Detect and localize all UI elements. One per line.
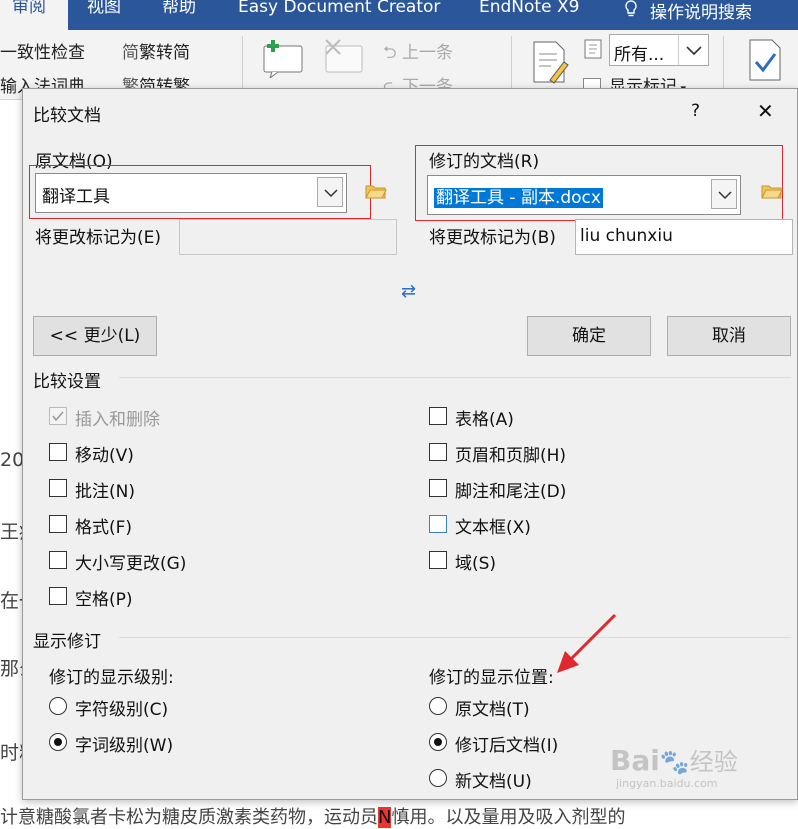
new-comment-icon[interactable] [262,38,306,80]
tab-review[interactable]: 审阅 [0,0,68,30]
folder-open-icon[interactable] [761,183,783,199]
character-level-radio[interactable] [49,697,67,715]
watermark-brand: Bai [610,744,660,777]
ribbon-separator [511,36,512,96]
fields-checkbox[interactable] [429,551,447,569]
compare-documents-dialog: 比较文档 ? ✕ 原文档(O) 翻译工具 修订的文档(R) 翻译工具 - 副本.… [22,88,798,800]
ribbon-tabbar: 审阅 视图 帮助 Easy Document Creator EndNote X… [0,0,798,30]
doc-fragment: 计意糖酸氯者卡松为糖皮质激素类药物，运动员N慎用。以及量用及吸入剂型的 [0,803,625,829]
fields-label: 域(S) [455,554,497,574]
tab-view[interactable]: 视图 [87,0,121,30]
to-simplified-button[interactable]: 简繁转简 [122,38,190,63]
insertions-deletions-checkbox[interactable] [49,407,67,425]
delete-comment-icon[interactable] [322,38,366,78]
word-level-radio[interactable] [49,733,67,751]
white-space-checkbox[interactable] [49,587,67,605]
ok-button[interactable]: 确定 [527,316,651,356]
insertions-deletions-label: 插入和删除 [75,410,160,430]
show-changes-header: 显示修订 [33,632,101,652]
simplified-icon: 简 [122,43,139,63]
tables-label: 表格(A) [455,410,514,430]
label-changes-revised-input[interactable]: liu chunxiu [575,219,793,255]
revised-document-radio[interactable] [429,733,447,751]
tab-easy-document-creator[interactable]: Easy Document Creator [238,0,440,30]
original-document-radio-label: 原文档(T) [455,700,530,720]
label-changes-revised-label: 将更改标记为(B) [429,228,556,248]
white-space-label: 空格(P) [75,590,133,610]
previous-comment-icon: ⮌ [383,43,403,63]
radio-selected-dot [54,738,62,746]
doc-fragment: 20 [0,449,25,471]
footnotes-endnotes-label: 脚注和尾注(D) [455,482,567,502]
new-document-radio[interactable] [429,769,447,787]
swap-documents-icon[interactable]: ⇄ [401,281,416,302]
folder-open-icon[interactable] [365,183,387,199]
watermark-brand-cn: 经验 [689,748,738,776]
chevron-down-icon [678,35,708,65]
character-level-label: 字符级别(C) [75,700,169,720]
comparison-settings-header: 比较设置 [33,372,101,392]
group-divider [119,377,791,378]
headers-footers-checkbox[interactable] [429,443,447,461]
textboxes-label: 文本框(X) [455,518,531,538]
show-changes-in-label: 修订的显示位置: [429,668,554,688]
track-changes-icon[interactable] [528,38,572,84]
radio-selected-dot [434,738,442,746]
cancel-button[interactable]: 取消 [667,316,791,356]
consistency-check-button[interactable]: 一致性检查 [0,38,85,63]
markup-level-value: 所有... [614,45,665,65]
accept-change-icon[interactable] [748,38,782,82]
to-simplified-label: 繁转简 [139,43,190,63]
tab-endnote[interactable]: EndNote X9 [479,0,579,30]
moves-checkbox[interactable] [49,443,67,461]
markup-level-dropdown[interactable]: 所有... [609,34,709,66]
dialog-title: 比较文档 [33,106,101,126]
case-changes-label: 大小写更改(G) [75,554,187,574]
help-button[interactable]: ? [691,101,700,121]
moves-label: 移动(V) [75,446,134,466]
comments-checkbox[interactable] [49,479,67,497]
annotation-highlight-box [415,145,783,221]
ribbon-separator [723,36,724,96]
label-changes-original-input[interactable] [179,219,397,255]
label-changes-revised-value: liu chunxiu [580,226,673,246]
formatting-label: 格式(F) [75,518,133,538]
word-level-label: 字词级别(W) [75,736,174,756]
previous-comment-label: 上一条 [402,43,454,63]
label-changes-original-label: 将更改标记为(E) [35,228,162,248]
tell-me-search[interactable]: 操作说明搜索 [624,0,752,30]
group-divider [119,637,791,638]
annotation-arrow-icon [557,613,617,673]
previous-comment-button[interactable]: ⮌ 上一条 [383,38,453,69]
footnotes-endnotes-checkbox[interactable] [429,479,447,497]
markup-pane-icon[interactable] [583,38,605,60]
baidu-watermark: Bai🐾经验 jingyan.baidu.com [610,742,738,790]
ribbon-separator [242,36,243,96]
new-document-radio-label: 新文档(U) [455,772,532,792]
show-changes-at-label: 修订的显示级别: [49,668,174,688]
tell-me-label: 操作说明搜索 [650,3,752,23]
original-document-radio[interactable] [429,697,447,715]
tables-checkbox[interactable] [429,407,447,425]
headers-footers-label: 页眉和页脚(H) [455,446,567,466]
close-button[interactable]: ✕ [757,99,774,123]
textboxes-checkbox[interactable] [429,515,447,533]
formatting-checkbox[interactable] [49,515,67,533]
case-changes-checkbox[interactable] [49,551,67,569]
comments-label: 批注(N) [75,482,135,502]
paw-icon: 🐾 [659,748,690,776]
annotation-highlight-box [29,165,371,219]
lightbulb-icon [624,0,638,20]
tab-help[interactable]: 帮助 [162,0,196,30]
less-options-button[interactable]: << 更少(L) [33,316,157,356]
ribbon: 审阅 视图 帮助 Easy Document Creator EndNote X… [0,0,798,100]
watermark-url: jingyan.baidu.com [616,777,718,790]
revised-document-radio-label: 修订后文档(I) [455,736,559,756]
